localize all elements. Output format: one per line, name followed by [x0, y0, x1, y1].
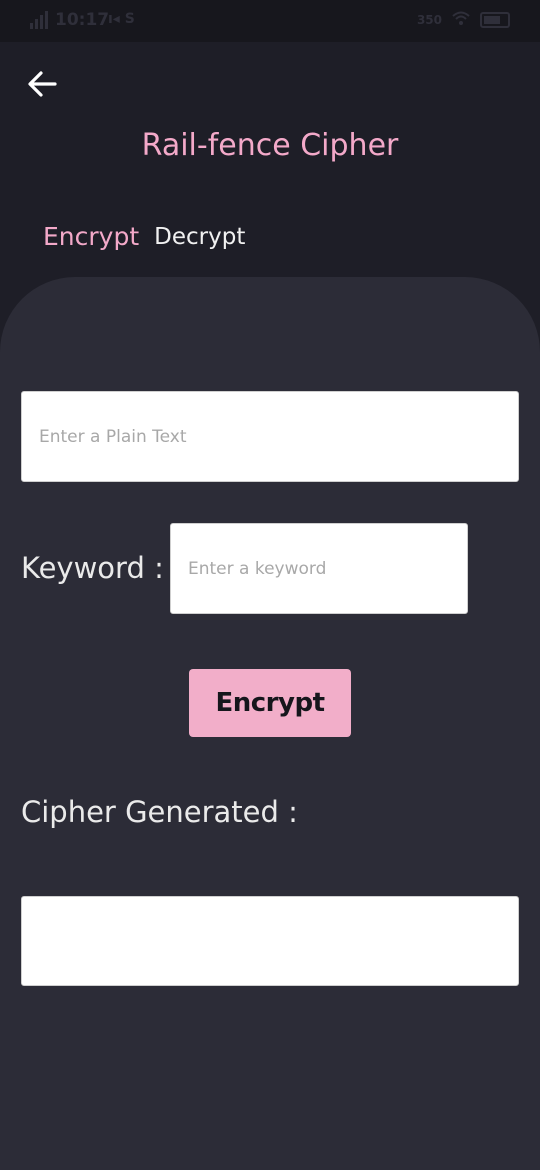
status-bar: 10:17 ı◂ S 350: [0, 0, 540, 42]
back-button[interactable]: [27, 70, 57, 98]
encrypt-button[interactable]: Encrypt: [189, 669, 351, 737]
keyword-input[interactable]: [170, 523, 468, 614]
status-time: 10:17: [55, 10, 110, 30]
tab-decrypt[interactable]: Decrypt: [154, 224, 245, 251]
wifi-icon: [452, 11, 470, 28]
signal-icon: [30, 11, 50, 29]
battery-icon: [480, 11, 510, 28]
page-title: Rail-fence Cipher: [141, 128, 399, 163]
tab-encrypt[interactable]: Encrypt: [43, 222, 139, 251]
mode-tabs: Encrypt Decrypt: [43, 222, 245, 251]
plain-text-input[interactable]: [21, 391, 519, 482]
cipher-generated-label: Cipher Generated :: [21, 795, 298, 829]
status-right-icons: 350: [417, 11, 510, 28]
arrow-left-icon: [28, 71, 57, 97]
keyword-label: Keyword :: [21, 551, 164, 585]
cipher-output-field[interactable]: [21, 896, 519, 986]
network-speed: 350: [416, 12, 442, 27]
notification-icons: ı◂ S: [108, 11, 135, 27]
